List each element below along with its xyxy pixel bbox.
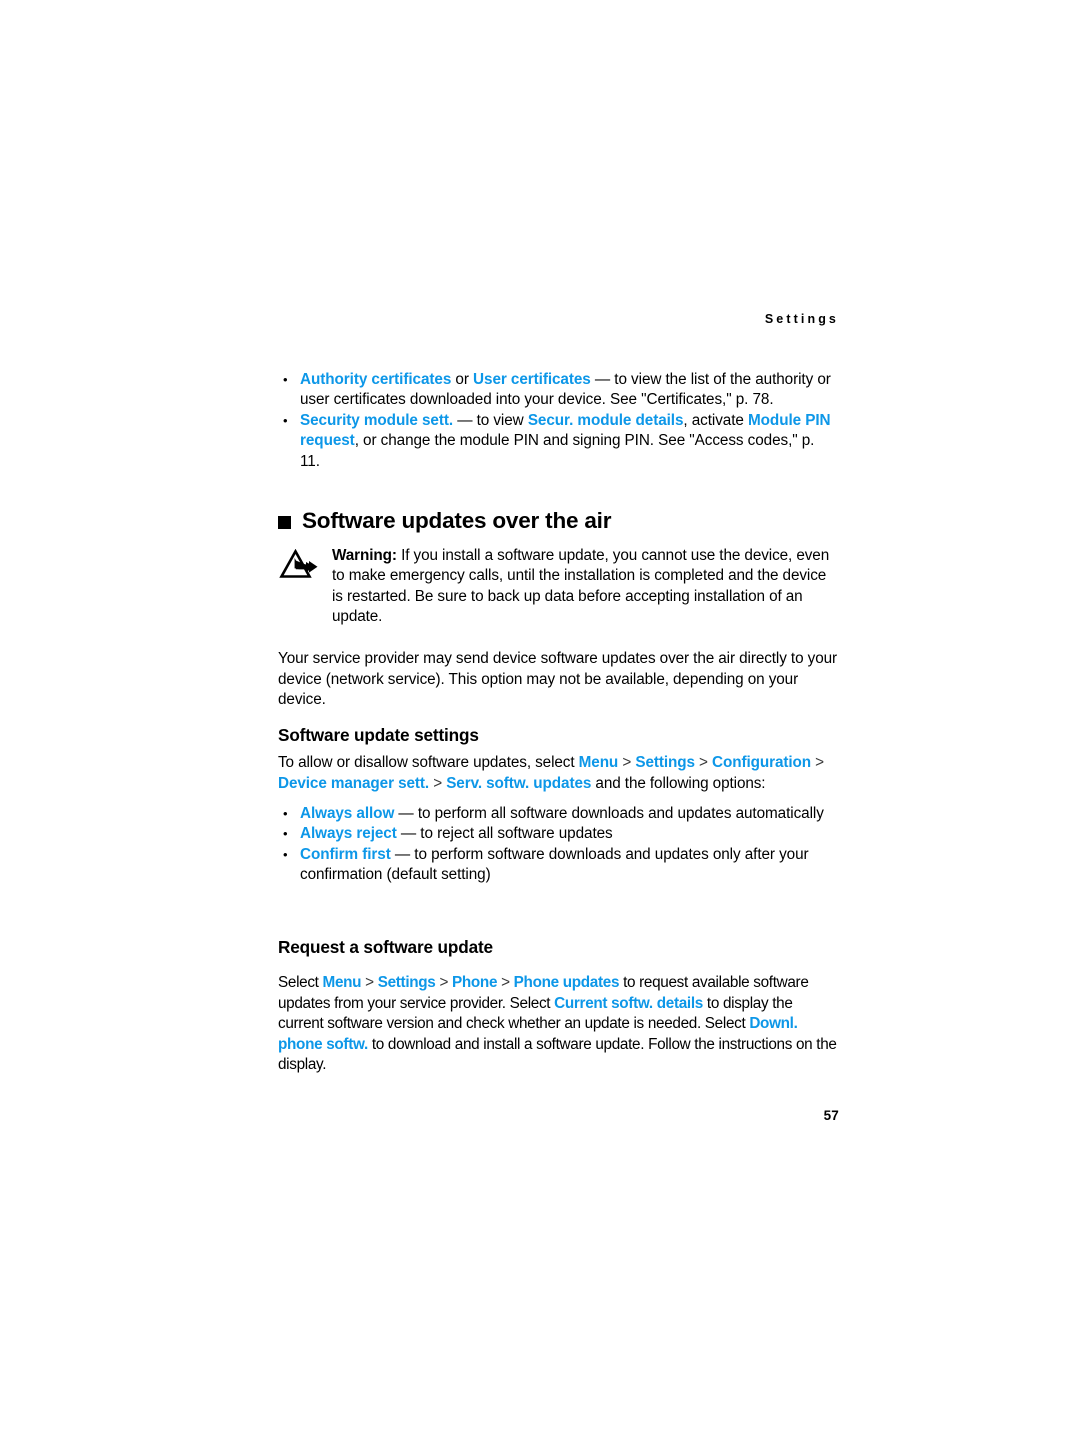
paragraph-allow-disallow: To allow or disallow software updates, s… [278, 753, 840, 794]
paragraph-service-provider: Your service provider may send device so… [278, 650, 837, 709]
option-term-always-allow: Always allow [300, 805, 395, 822]
chevron-separator: > [433, 774, 443, 792]
menu-item-menu[interactable]: Menu [323, 974, 362, 991]
option-description: — to perform all software downloads and … [394, 805, 824, 822]
paragraph-lead: To allow or disallow software updates, s… [278, 754, 579, 772]
ui-term-authority-certificates: Authority certificates [300, 371, 452, 388]
ui-term-security-module-sett: Security module sett. [300, 411, 454, 429]
ui-term-user-certificates: User certificates [473, 371, 591, 388]
list-item: Security module sett. — to view Secur. m… [278, 411, 838, 472]
option-description: — to reject all software updates [396, 825, 613, 843]
menu-item-device-manager-sett[interactable]: Device manager sett. [278, 775, 429, 792]
warning-triangle-arrow-icon [278, 548, 328, 583]
running-head: Settings [764, 312, 839, 326]
warning-block: Warning: If you install a software updat… [278, 546, 838, 628]
intro-bullet-list: Authority certificates or User certifica… [278, 370, 838, 472]
warning-label: Warning: [332, 547, 397, 564]
chevron-separator: > [439, 974, 449, 992]
menu-item-serv-softw-updates[interactable]: Serv. softw. updates [446, 775, 591, 792]
list-item: Confirm first — to perform software down… [278, 845, 840, 886]
menu-item-current-softw-details[interactable]: Current softw. details [554, 995, 703, 1012]
menu-item-settings[interactable]: Settings [378, 974, 436, 991]
chevron-separator: > [815, 754, 825, 772]
page-number: 57 [823, 1108, 839, 1123]
subheading-request-a-software-update: Request a software update [278, 937, 493, 958]
paragraph-lead: Select [278, 974, 323, 992]
chevron-separator: > [501, 974, 510, 992]
document-page: Settings Authority certificates or User … [0, 0, 1080, 1440]
bullet-text: or [451, 371, 474, 388]
menu-item-phone-updates[interactable]: Phone updates [514, 974, 620, 991]
bullet-text: — to view [453, 411, 528, 429]
section-heading-label: Software updates over the air [302, 508, 612, 533]
option-term-always-reject: Always reject [300, 825, 397, 843]
bullet-text: , or change the module PIN and signing P… [300, 432, 815, 470]
menu-item-phone[interactable]: Phone [452, 974, 497, 991]
paragraph-tail: and the following options: [591, 774, 766, 792]
section-heading: Software updates over the air [278, 508, 611, 534]
option-term-confirm-first: Confirm first [300, 845, 391, 863]
list-item: Always reject — to reject all software u… [278, 824, 840, 845]
menu-item-configuration[interactable]: Configuration [712, 754, 811, 771]
warning-text: Warning: If you install a software updat… [328, 546, 838, 628]
warning-body-text: If you install a software update, you ca… [332, 547, 830, 626]
menu-item-menu[interactable]: Menu [579, 754, 619, 771]
list-item: Always allow — to perform all software d… [278, 804, 840, 825]
bullet-text: , activate [683, 411, 748, 429]
options-bullet-list: Always allow — to perform all software d… [278, 804, 840, 886]
chevron-separator: > [699, 754, 708, 772]
chevron-separator: > [622, 754, 632, 772]
subheading-software-update-settings: Software update settings [278, 725, 479, 746]
list-item: Authority certificates or User certifica… [278, 370, 838, 411]
ui-term-secur-module-details: Secur. module details [527, 411, 684, 429]
chevron-separator: > [365, 974, 374, 992]
filled-square-icon [278, 515, 291, 529]
menu-item-settings[interactable]: Settings [635, 754, 695, 771]
paragraph-request-update: Select Menu > Settings > Phone > Phone u… [278, 973, 840, 1075]
